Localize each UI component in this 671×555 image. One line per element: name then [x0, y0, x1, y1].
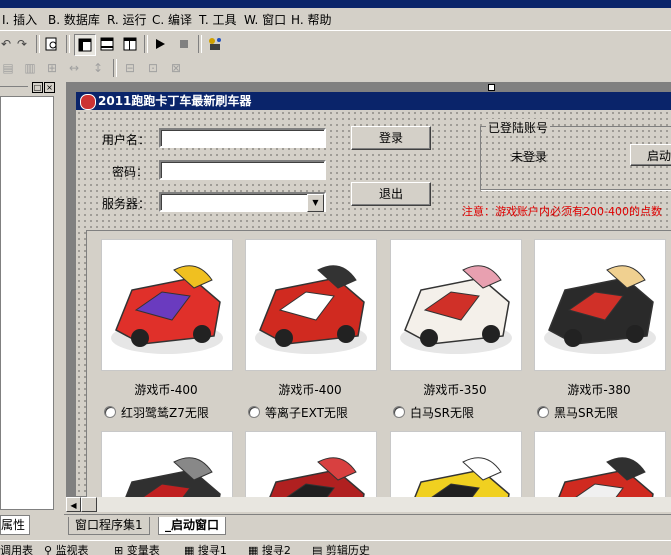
debug-icon[interactable] — [205, 34, 225, 54]
start-button[interactable]: 启动 — [630, 144, 671, 166]
designer-tab-bar: 窗口程序集1 _启动窗口 — [64, 514, 671, 537]
menu-database[interactable]: B. 数据库 — [48, 11, 100, 28]
login-button[interactable]: 登录 — [351, 126, 431, 150]
space-vertical-icon[interactable]: ↕ — [88, 58, 108, 78]
align-left-icon[interactable]: ▤ — [0, 58, 18, 78]
username-label: 用户名： — [102, 133, 151, 147]
account-group-title: 已登陆账号 — [486, 119, 551, 136]
tab-clip-history[interactable]: ▤ 剪辑历史 — [312, 542, 370, 555]
car-radio[interactable] — [537, 406, 549, 418]
title-bar — [0, 0, 671, 8]
tab-startup-window[interactable]: _启动窗口 — [158, 517, 227, 535]
chevron-down-icon[interactable]: ▼ — [307, 194, 324, 212]
menu-window[interactable]: W. 窗口 — [244, 11, 286, 28]
login-status: 未登录 — [511, 150, 548, 164]
car-image — [245, 431, 377, 499]
car-image — [534, 239, 666, 371]
tab-call-table[interactable]: 调用表 — [0, 542, 42, 555]
car-image — [390, 431, 522, 499]
car-radio-label[interactable]: 等离子EXT无限 — [265, 404, 348, 421]
same-width-icon[interactable]: ⊟ — [120, 58, 140, 78]
menu-tools[interactable]: T. 工具 — [199, 11, 237, 28]
bottom-panel-tabs: 调用表 ⚲ 监视表 ⊞ 变量表 ▦ 搜寻1 ▦ 搜寻2 ▤ 剪辑历史 — [0, 540, 671, 555]
menu-help[interactable]: H. 帮助 — [291, 11, 331, 28]
run-icon[interactable] — [150, 34, 170, 54]
car-image — [101, 239, 233, 371]
menu-compile[interactable]: C. 编译 — [152, 11, 192, 28]
car-image — [101, 431, 233, 499]
scroll-thumb[interactable] — [81, 497, 97, 512]
same-size-icon[interactable]: ⊠ — [166, 58, 186, 78]
horizontal-scrollbar[interactable]: ◀ — [66, 497, 671, 512]
toolbar-separator — [144, 35, 148, 53]
stop-icon[interactable] — [174, 34, 194, 54]
toolbar-separator — [36, 35, 40, 53]
toolbar-align: ▤ ▥ ⊞ ↔ ↕ ⊟ ⊡ ⊠ — [0, 57, 671, 79]
notice-text: 注意：游戏账户内必须有200-400的点数 — [462, 205, 662, 218]
resize-handle[interactable] — [488, 84, 495, 91]
tab-properties[interactable]: 属性 — [0, 515, 30, 535]
toolbar-separator — [113, 59, 117, 77]
car-image — [534, 431, 666, 499]
tab-window-assembly[interactable]: 窗口程序集1 — [68, 517, 150, 535]
password-label: 密码： — [112, 165, 149, 179]
menu-run[interactable]: R. 运行 — [107, 11, 147, 28]
tab-search-1[interactable]: ▦ 搜寻1 — [184, 542, 227, 555]
redo-icon[interactable]: ↷ — [12, 34, 32, 54]
find-icon[interactable] — [42, 34, 62, 54]
space-horizontal-icon[interactable]: ↔ — [64, 58, 84, 78]
toolbar-separator — [198, 35, 202, 53]
panel-close-icon[interactable]: × — [44, 82, 55, 93]
menu-insert[interactable]: I. 插入 — [2, 11, 37, 28]
layout-bottom-icon[interactable] — [97, 34, 117, 54]
layout-split-icon[interactable] — [120, 34, 140, 54]
same-height-icon[interactable]: ⊡ — [143, 58, 163, 78]
car-radio[interactable] — [393, 406, 405, 418]
form-title: 2011跑跑卡丁车最新刷车器 — [98, 94, 252, 108]
username-input[interactable] — [159, 128, 326, 148]
server-select[interactable]: ▼ — [159, 192, 326, 212]
tab-watch-table[interactable]: ⚲ 监视表 — [44, 542, 89, 555]
server-label: 服务器： — [102, 197, 151, 211]
car-price: 游戏币-380 — [567, 383, 631, 397]
car-list-panel: 游戏币-400 红羽鹭鸶Z7无限 游戏币-400 等离子EXT无限 游戏币-350 白马S… — [86, 230, 671, 500]
tab-search-2[interactable]: ▦ 搜寻2 — [248, 542, 291, 555]
layout-left-icon[interactable] — [74, 34, 96, 56]
car-image — [245, 239, 377, 371]
car-radio-label[interactable]: 黑马SR无限 — [554, 404, 618, 421]
property-list[interactable] — [0, 96, 54, 510]
exit-button[interactable]: 退出 — [351, 182, 431, 206]
tab-variable-table[interactable]: ⊞ 变量表 — [114, 542, 160, 555]
password-input[interactable] — [159, 160, 326, 180]
panel-restore-icon[interactable]: □ — [32, 82, 43, 93]
toolbar-main: ↶ ↷ — [0, 32, 671, 56]
car-radio[interactable] — [104, 406, 116, 418]
car-price: 游戏币-400 — [134, 383, 198, 397]
car-price: 游戏币-350 — [423, 383, 487, 397]
menu-bar: I. 插入 B. 数据库 R. 运行 C. 编译 T. 工具 W. 窗口 H. … — [0, 8, 671, 31]
property-panel-header: □ × — [0, 82, 56, 94]
form-title-bar: 2011跑跑卡丁车最新刷车器 — [76, 92, 671, 110]
car-price: 游戏币-400 — [278, 383, 342, 397]
scroll-left-icon[interactable]: ◀ — [66, 497, 81, 512]
toolbar-separator — [66, 35, 70, 53]
car-radio-label[interactable]: 红羽鹭鸶Z7无限 — [121, 404, 209, 421]
align-center-icon[interactable]: ⊞ — [42, 58, 62, 78]
car-image — [390, 239, 522, 371]
car-radio-label[interactable]: 白马SR无限 — [410, 404, 474, 421]
align-top-icon[interactable]: ▥ — [20, 58, 40, 78]
car-radio[interactable] — [248, 406, 260, 418]
app-icon — [80, 94, 96, 110]
